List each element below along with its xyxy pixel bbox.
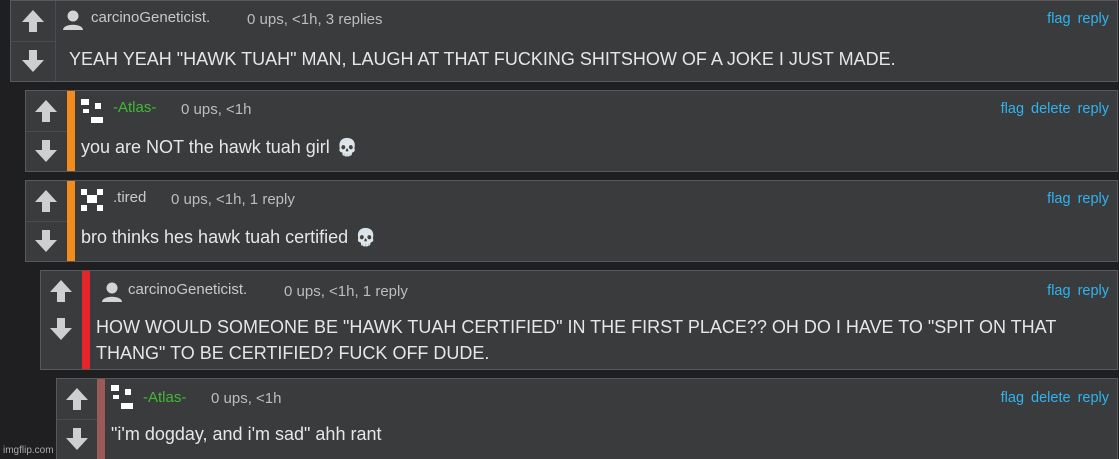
upvote-button[interactable] xyxy=(60,382,94,416)
arrow-up-icon xyxy=(50,280,72,302)
comment-body: YEAH YEAH "HAWK TUAH" MAN, LAUGH AT THAT… xyxy=(69,49,896,69)
comment-meta: 0 ups, <1h, 3 replies xyxy=(247,11,383,28)
skull-emoji: 💀 xyxy=(336,138,358,157)
flag-link[interactable]: flag xyxy=(1001,101,1024,117)
vote-column xyxy=(26,91,68,171)
comment-actions: flag reply xyxy=(1040,11,1109,27)
arrow-up-icon xyxy=(35,190,57,212)
comment-content: -Atlas- 0 ups, <1h flag delete reply you a… xyxy=(75,91,1117,171)
reply-link[interactable]: reply xyxy=(1078,191,1109,207)
pixel-avatar-icon xyxy=(111,385,133,409)
downvote-button[interactable] xyxy=(16,44,50,78)
delete-link[interactable]: delete xyxy=(1031,390,1071,406)
downvote-button[interactable] xyxy=(60,422,94,456)
person-icon xyxy=(102,282,122,302)
vote-column xyxy=(41,271,83,369)
comment-1: -Atlas- 0 ups, <1h flag delete reply you a… xyxy=(25,90,1118,172)
skull-emoji: 💀 xyxy=(355,228,377,247)
comment-text: bro thinks hes hawk tuah certified xyxy=(81,227,349,247)
comment-content: .tired 0 ups, <1h, 1 reply flag reply bro… xyxy=(75,181,1117,261)
arrow-down-icon xyxy=(35,140,57,162)
arrow-up-icon xyxy=(66,388,88,410)
vote-column xyxy=(11,1,56,81)
comment-body: bro thinks hes hawk tuah certified 💀 xyxy=(81,224,1107,251)
reply-link[interactable]: reply xyxy=(1078,390,1109,406)
username[interactable]: -Atlas- xyxy=(113,99,156,116)
arrow-down-icon xyxy=(22,50,44,72)
vote-column xyxy=(57,379,98,459)
arrow-down-icon xyxy=(35,230,57,252)
comment-content: carcinoGeneticist. 0 ups, <1h, 1 reply f… xyxy=(90,271,1117,369)
upvote-button[interactable] xyxy=(29,94,63,128)
comment-meta: 0 ups, <1h, 1 reply xyxy=(171,191,295,208)
thread-stripe xyxy=(67,181,75,261)
comment-actions: flag reply xyxy=(1040,283,1109,299)
comment-content: -Atlas- 0 ups, <1h flag delete reply "i'm … xyxy=(105,379,1117,459)
flag-link[interactable]: flag xyxy=(1047,11,1070,27)
thread-stripe xyxy=(82,271,90,369)
arrow-up-icon xyxy=(22,10,44,32)
username[interactable]: .tired xyxy=(113,189,146,206)
flag-link[interactable]: flag xyxy=(1001,390,1024,406)
comment-meta: 0 ups, <1h xyxy=(211,390,282,407)
arrow-up-icon xyxy=(35,100,57,122)
downvote-button[interactable] xyxy=(29,134,63,168)
delete-link[interactable]: delete xyxy=(1031,101,1071,117)
upvote-button[interactable] xyxy=(44,274,78,308)
comment-meta: 0 ups, <1h xyxy=(181,101,252,118)
username[interactable]: -Atlas- xyxy=(143,389,186,406)
pixel-avatar-icon xyxy=(81,99,103,123)
upvote-button[interactable] xyxy=(16,4,50,38)
pixel-avatar-icon xyxy=(81,189,103,211)
comment-0: carcinoGeneticist. 0 ups, <1h, 3 replies… xyxy=(10,0,1118,82)
comment-2: .tired 0 ups, <1h, 1 reply flag reply bro… xyxy=(25,180,1118,262)
reply-link[interactable]: reply xyxy=(1078,101,1109,117)
reply-link[interactable]: reply xyxy=(1078,11,1109,27)
comment-body: "i'm dogday, and i'm sad" ahh rant xyxy=(111,424,382,444)
username[interactable]: carcinoGeneticist. xyxy=(128,281,247,298)
thread-stripe xyxy=(67,91,75,171)
comment-content: carcinoGeneticist. 0 ups, <1h, 3 replies… xyxy=(55,1,1117,81)
comment-body: you are NOT the hawk tuah girl 💀 xyxy=(81,134,1107,161)
username[interactable]: carcinoGeneticist. xyxy=(91,9,210,26)
person-icon xyxy=(63,10,83,30)
upvote-button[interactable] xyxy=(29,184,63,218)
comment-actions: flag delete reply xyxy=(994,101,1109,117)
flag-link[interactable]: flag xyxy=(1047,191,1070,207)
comment-body: HOW WOULD SOMEONE BE "HAWK TUAH CERTIFIE… xyxy=(96,317,1056,363)
flag-link[interactable]: flag xyxy=(1047,283,1070,299)
comment-actions: flag reply xyxy=(1040,191,1109,207)
reply-link[interactable]: reply xyxy=(1078,283,1109,299)
downvote-button[interactable] xyxy=(29,224,63,258)
imgflip-watermark: imgflip.com xyxy=(3,445,54,456)
comment-3: carcinoGeneticist. 0 ups, <1h, 1 reply f… xyxy=(40,270,1118,370)
vote-column xyxy=(26,181,68,261)
comment-meta: 0 ups, <1h, 1 reply xyxy=(284,283,408,300)
thread-stripe xyxy=(97,379,105,459)
downvote-button[interactable] xyxy=(44,312,78,346)
comment-4: -Atlas- 0 ups, <1h flag delete reply "i'm … xyxy=(56,378,1118,459)
comment-text: you are NOT the hawk tuah girl xyxy=(81,137,330,157)
arrow-down-icon xyxy=(66,428,88,450)
comment-actions: flag delete reply xyxy=(994,390,1109,406)
arrow-down-icon xyxy=(50,318,72,340)
